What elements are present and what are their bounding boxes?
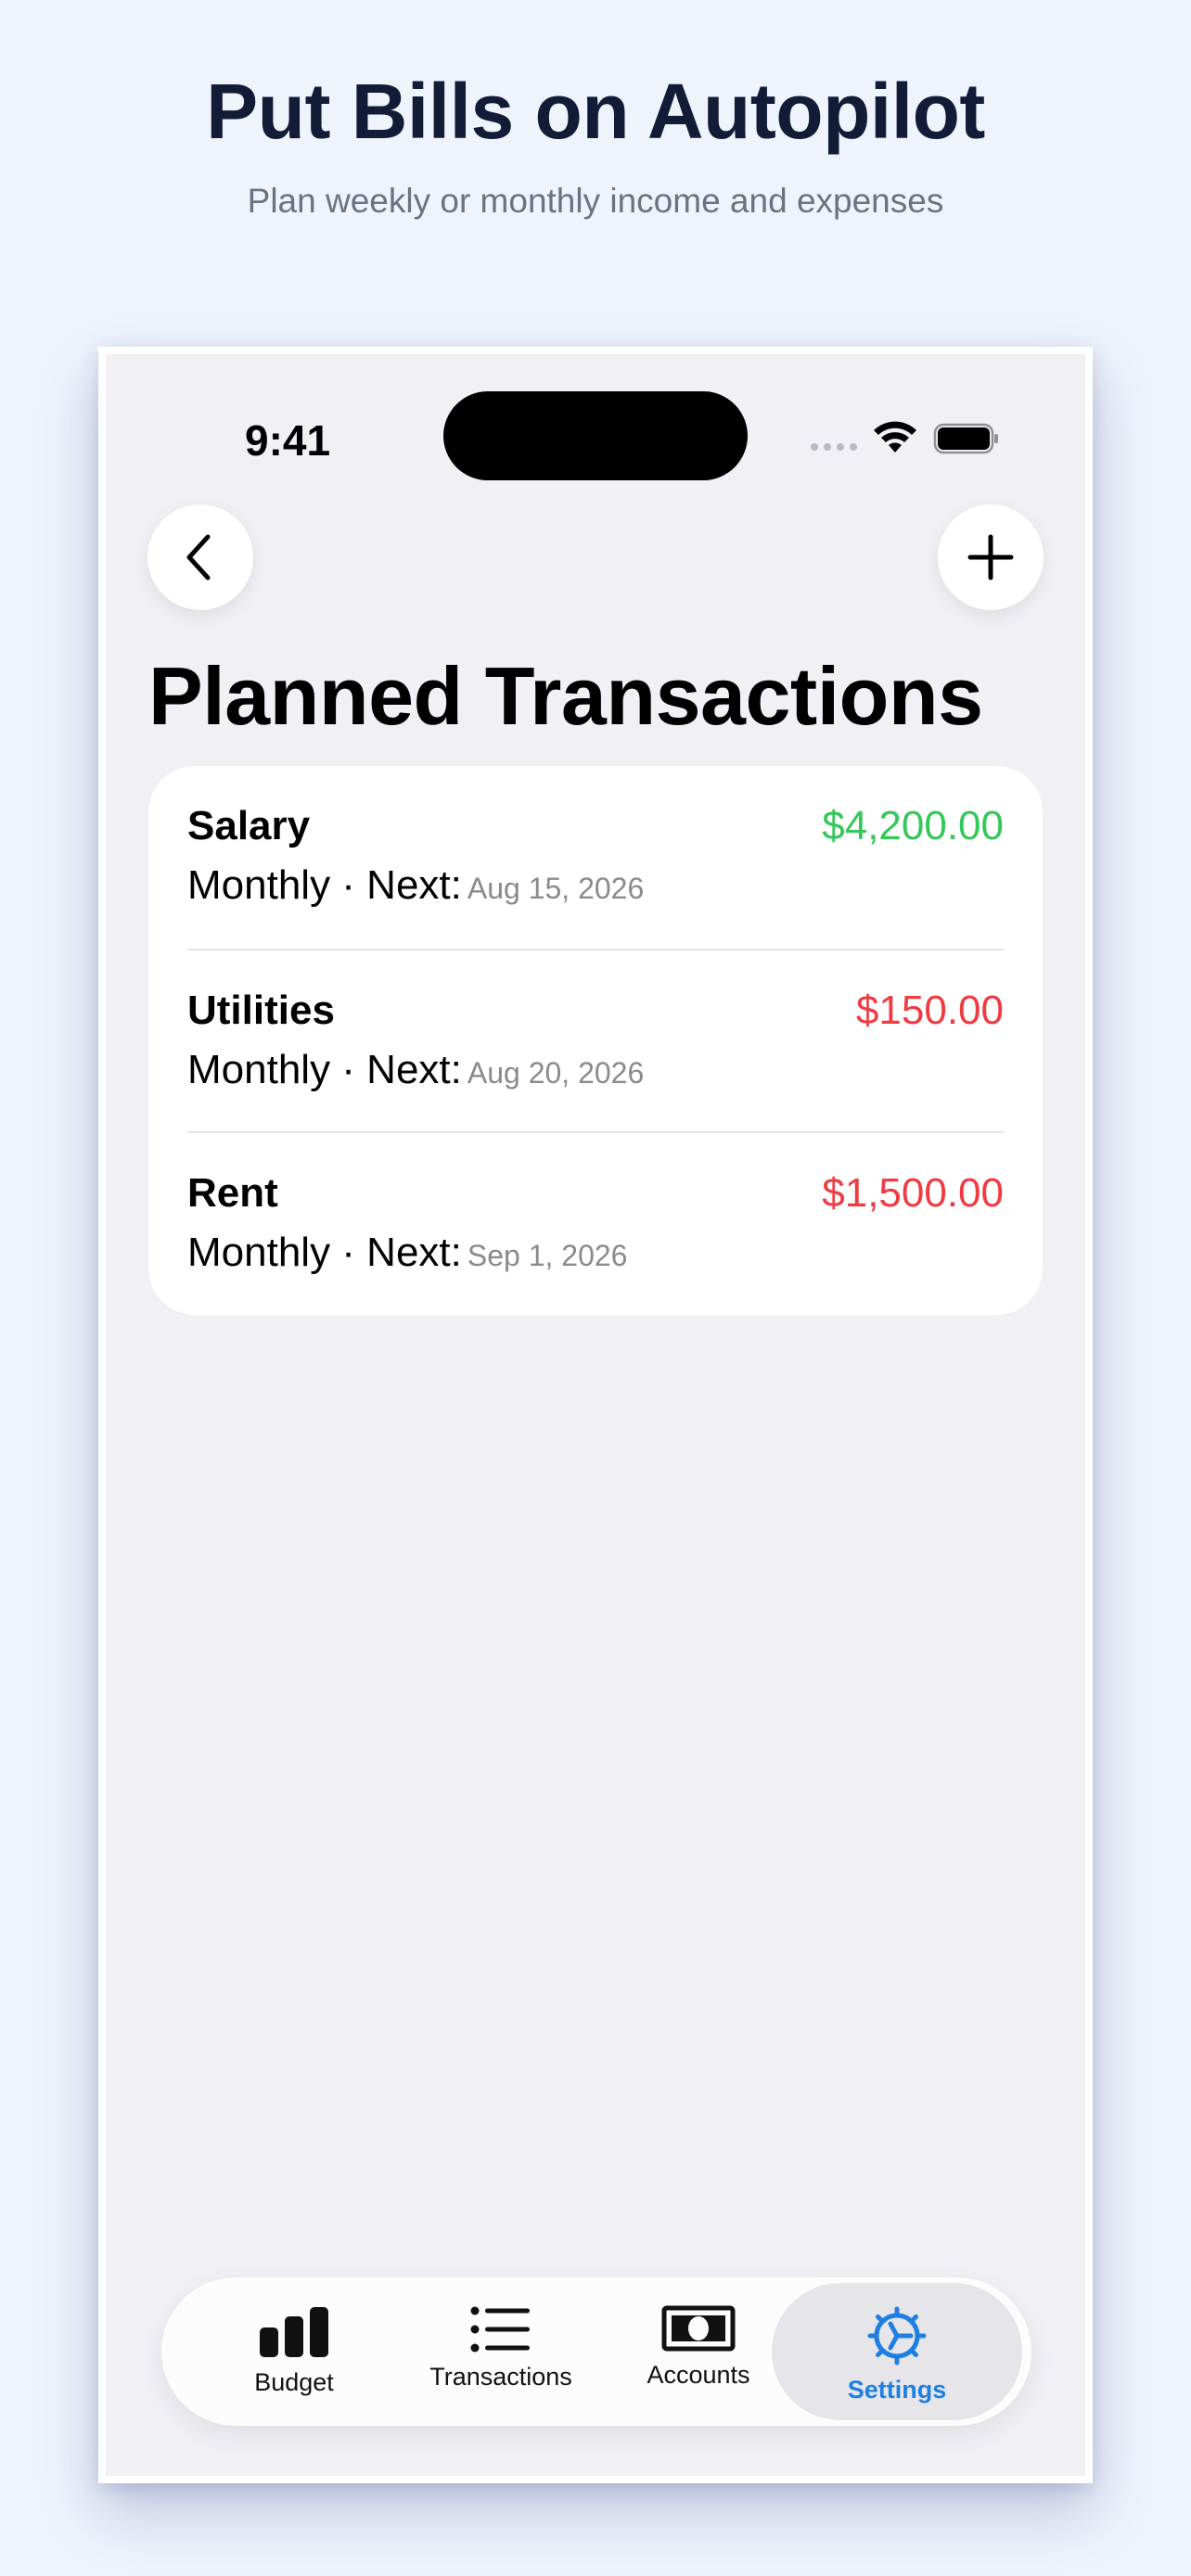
transaction-frequency: Monthly · Next: [187,1230,462,1275]
tab-label: Accounts [647,2361,750,2389]
list-item[interactable]: Utilities $150.00 Monthly · Next: Aug 20,… [187,949,1004,1131]
plus-icon [967,534,1014,580]
tab-label: Settings [847,2376,947,2404]
transaction-name: Utilities [187,988,335,1033]
tab-budget[interactable]: Budget [217,2283,371,2420]
transaction-next-date: Sep 1, 2026 [467,1239,628,1272]
transaction-next-date: Aug 20, 2026 [467,1056,645,1090]
promo-headline: Put Bills on Autopilot [206,68,985,155]
tab-bar: Budget Transactions Accounts Settings [161,2277,1031,2426]
tab-label: Transactions [429,2363,572,2391]
add-transaction-button[interactable] [938,504,1044,610]
battery-icon [933,423,998,454]
transaction-schedule: Monthly · Next: Aug 15, 2026 [187,862,644,909]
list-item[interactable]: Rent $1,500.00 Monthly · Next: Sep 1, 202… [187,1131,1004,1314]
transaction-frequency: Monthly · Next: [187,1047,462,1092]
chevron-left-icon [186,534,211,580]
dynamic-island [443,391,748,480]
transactions-list: Salary $4,200.00 Monthly · Next: Aug 15, … [148,766,1043,1315]
transaction-next-date: Aug 15, 2026 [467,872,645,905]
transaction-schedule: Monthly · Next: Aug 20, 2026 [187,1047,644,1093]
list-item[interactable]: Salary $4,200.00 Monthly · Next: Aug 15, … [187,766,1004,949]
gear-icon [867,2306,927,2366]
tab-label: Budget [254,2368,334,2396]
wifi-icon [874,421,916,453]
tab-accounts[interactable]: Accounts [612,2283,785,2420]
page-title: Planned Transactions [148,650,983,742]
banknote-icon [661,2305,736,2352]
transaction-name: Salary [187,803,311,848]
transaction-amount: $4,200.00 [822,803,1004,848]
bar-chart-icon [260,2307,328,2357]
transaction-amount: $1,500.00 [822,1170,1004,1216]
transaction-amount: $150.00 [855,988,1004,1033]
tab-transactions[interactable]: Transactions [408,2283,594,2420]
device-frame: 9:41 Planned Transactions Salary $4,200.… [98,347,1093,2483]
list-icon [470,2306,530,2353]
transaction-name: Rent [187,1170,278,1216]
tab-settings[interactable]: Settings [772,2283,1022,2420]
back-button[interactable] [147,504,253,610]
cellular-icon [811,443,857,451]
app-screen: 9:41 Planned Transactions Salary $4,200.… [106,354,1085,2476]
promo-subhead: Plan weekly or monthly income and expens… [247,182,944,220]
transaction-schedule: Monthly · Next: Sep 1, 2026 [187,1230,627,1276]
transaction-frequency: Monthly · Next: [187,862,462,908]
status-time: 9:41 [245,416,331,465]
